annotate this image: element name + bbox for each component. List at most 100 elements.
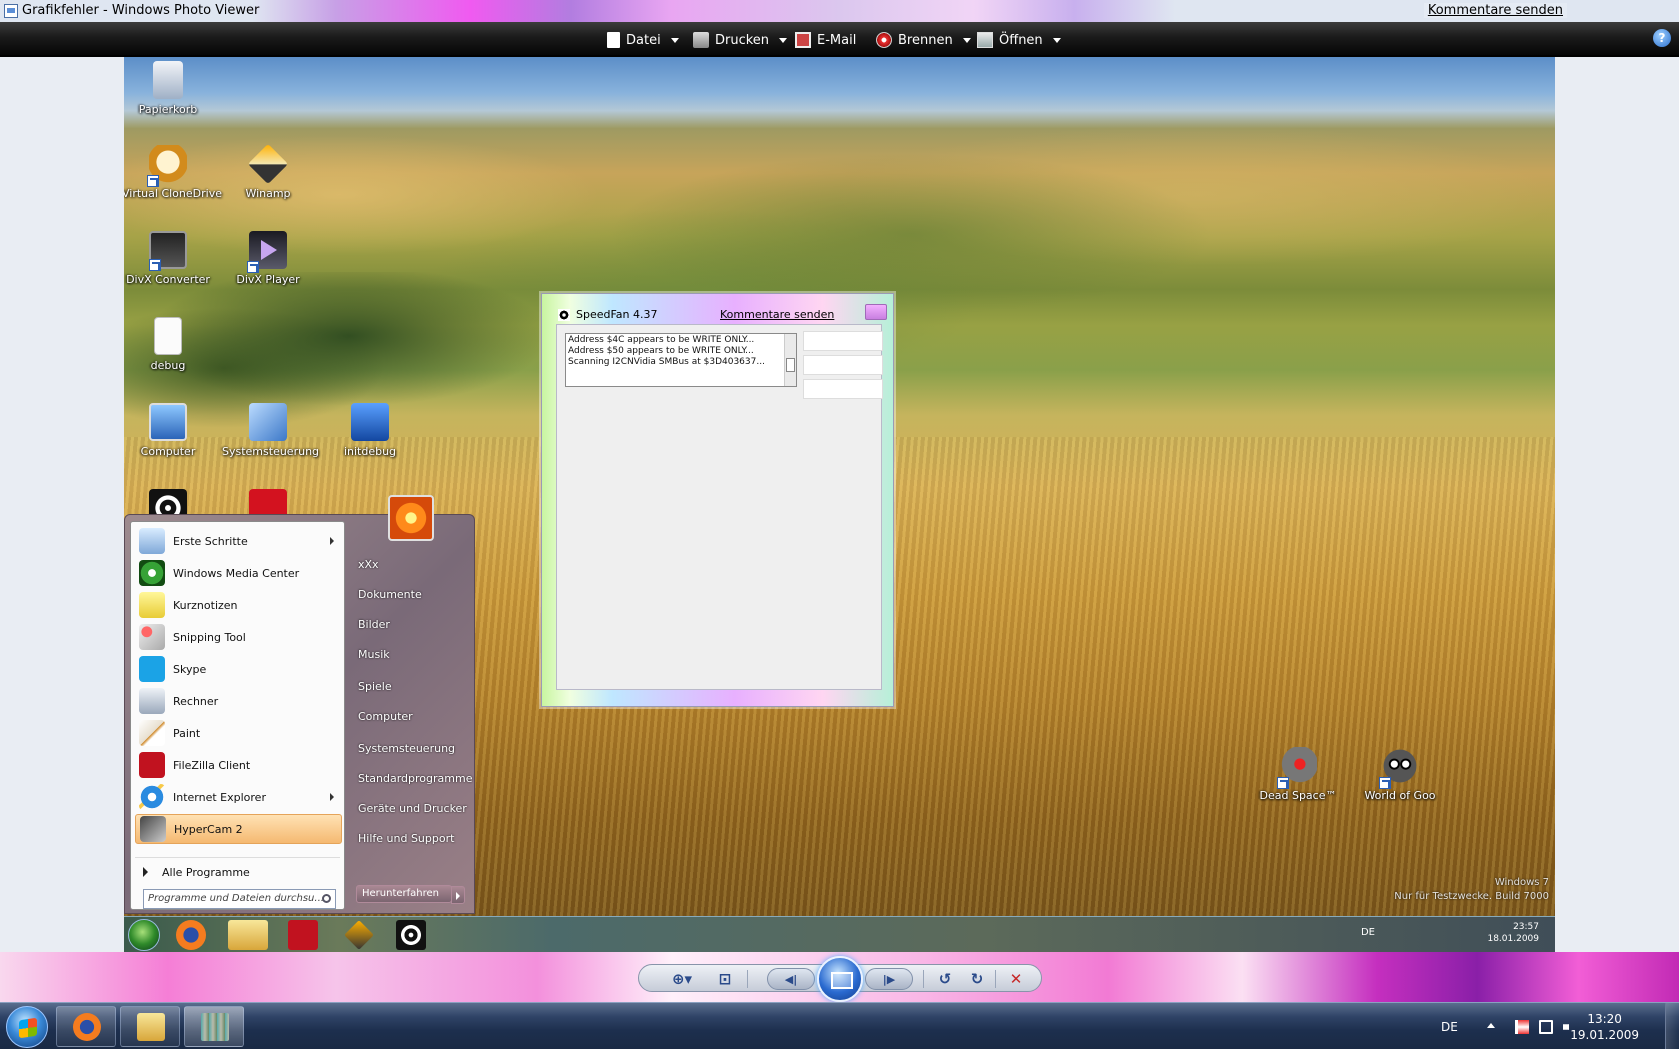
start-item-snipping-tool: Snipping Tool [135,622,342,652]
windows-watermark: Windows 7 Nur für Testzwecke. Build 7000 [1394,876,1549,904]
clock-date: 19.01.2009 [1570,1028,1639,1042]
divider [923,970,924,988]
chevron-down-icon [670,37,679,43]
first-steps-icon [139,528,165,554]
slideshow-button[interactable] [817,956,863,1002]
feedback-link[interactable]: Kommentare senden [1423,3,1567,18]
skype-icon [139,656,165,682]
open-menu-label: Öffnen [999,32,1043,48]
speedfan-field [803,379,883,399]
chevron-right-icon [330,537,334,545]
start-item-internet-explorer: Internet Explorer [135,782,342,812]
start-menu-programs: Erste Schritte Windows Media Center Kurz… [130,521,345,910]
previous-button[interactable]: ◀| [767,968,815,990]
show-hidden-icons-icon[interactable] [1487,1023,1495,1028]
next-button[interactable]: |▶ [865,968,913,990]
desktop-icon-label: Virtual CloneDrive [124,187,222,200]
screenshot-tray-clock: 23:57 18.01.2009 [1487,921,1539,945]
actual-size-button[interactable]: ⊡ [713,969,737,989]
computer-icon [149,403,187,441]
show-desktop-button[interactable] [1665,1003,1679,1049]
photo-viewer-icon [201,1013,229,1041]
viewer-controls: ⊕▾ ⊡ ◀| |▶ ↺ ↻ ✕ [638,956,1042,1002]
clock-time: 23:57 [1513,922,1539,932]
desktop-icon-clonedrive: Virtual CloneDrive [124,145,222,200]
previous-icon: ◀| [784,972,798,986]
printer-icon [693,32,709,48]
taskbar-explorer[interactable] [120,1006,180,1047]
network-icon[interactable] [1539,1020,1553,1034]
start-menu: Erste Schritte Windows Media Center Kurz… [124,495,475,914]
shutdown-label: Herunterfahren [362,888,440,899]
desktop-icon-debug: debug [124,317,214,372]
log-scrollbar [784,334,796,386]
start-item-hypercam: HyperCam 2 [135,814,342,844]
calculator-icon [139,688,165,714]
zoom-button[interactable]: ⊕▾ [665,969,699,989]
watermark-line: Windows 7 [1494,877,1549,888]
windows-logo-icon [19,1017,37,1039]
media-center-icon [139,560,165,586]
start-link-games: Spiele [358,680,392,693]
user-avatar [388,495,434,541]
shortcut-arrow-icon [147,175,159,187]
start-item-sticky-notes: Kurznotizen [135,590,342,620]
file-menu[interactable]: Datei [607,30,679,50]
start-search-input: Programme und Dateien durchsu... [143,889,336,909]
shortcut-arrow-icon [149,259,161,271]
email-icon [795,32,811,48]
winamp-icon [344,920,374,950]
recycle-bin-icon [153,61,183,99]
taskbar-clock[interactable]: 13:20 19.01.2009 [1570,1011,1639,1043]
start-item-label: FileZilla Client [173,758,251,772]
explorer-icon [137,1013,165,1041]
control-panel-icon [249,403,287,441]
taskbar-firefox[interactable] [56,1006,116,1047]
taskbar-photo-viewer[interactable] [184,1006,244,1047]
file-menu-label: Datei [626,32,661,48]
chevron-down-icon [962,37,971,43]
shortcut-arrow-icon [1379,777,1391,789]
chevron-down-icon [779,37,788,43]
input-language: DE [1360,927,1375,938]
start-item-label: Windows Media Center [173,566,300,580]
speedfan-icon [558,308,570,321]
photo-viewer-app-icon [4,4,18,18]
screenshot-taskbar: DE 23:57 18.01.2009 [124,916,1555,952]
input-language[interactable]: DE [1441,1020,1458,1034]
clock-time: 13:20 [1587,1012,1622,1026]
taskbar: DE 13:20 19.01.2009 [0,1002,1679,1049]
firefox-icon [176,920,206,950]
chevron-right-icon [143,867,148,877]
speedfan-icon [396,920,426,950]
shortcut-arrow-icon [1277,777,1289,789]
speedfan-window: SpeedFan 4.37 Kommentare senden Address … [541,293,894,707]
file-icon [607,32,620,48]
action-center-flag-icon[interactable] [1515,1020,1529,1034]
email-button[interactable]: E-Mail [795,30,856,50]
desktop-icon-label: DivX Player [236,273,300,286]
rotate-counterclockwise-button[interactable]: ↺ [933,969,957,989]
desktop-icon-label: initdebug [343,445,397,458]
winamp-icon [247,143,289,185]
start-menu-divider [135,857,340,858]
divx-player-icon [247,231,287,273]
burn-menu[interactable]: Brennen [876,30,971,50]
explorer-icon [228,920,268,950]
help-button[interactable]: ? [1653,29,1671,47]
viewer-toolbar: Datei Drucken E-Mail Brennen Öffnen ? [0,22,1679,57]
all-programs: Alle Programme [135,860,340,884]
start-item-paint: Paint [135,718,342,748]
search-placeholder: Programme und Dateien durchsu... [148,893,324,904]
shutdown-button: Herunterfahren [356,885,465,904]
delete-button[interactable]: ✕ [1003,969,1029,989]
speedfan-client-area: Address $4C appears to be WRITE ONLY... … [556,324,883,690]
actual-size-icon: ⊡ [718,970,732,988]
open-menu[interactable]: Öffnen [977,30,1061,50]
print-menu[interactable]: Drucken [693,30,788,50]
rotate-clockwise-button[interactable]: ↻ [965,969,989,989]
start-button[interactable] [6,1006,48,1048]
start-item-label: Erste Schritte [173,534,248,548]
scroll-thumb [786,358,795,372]
burn-menu-label: Brennen [898,32,953,48]
